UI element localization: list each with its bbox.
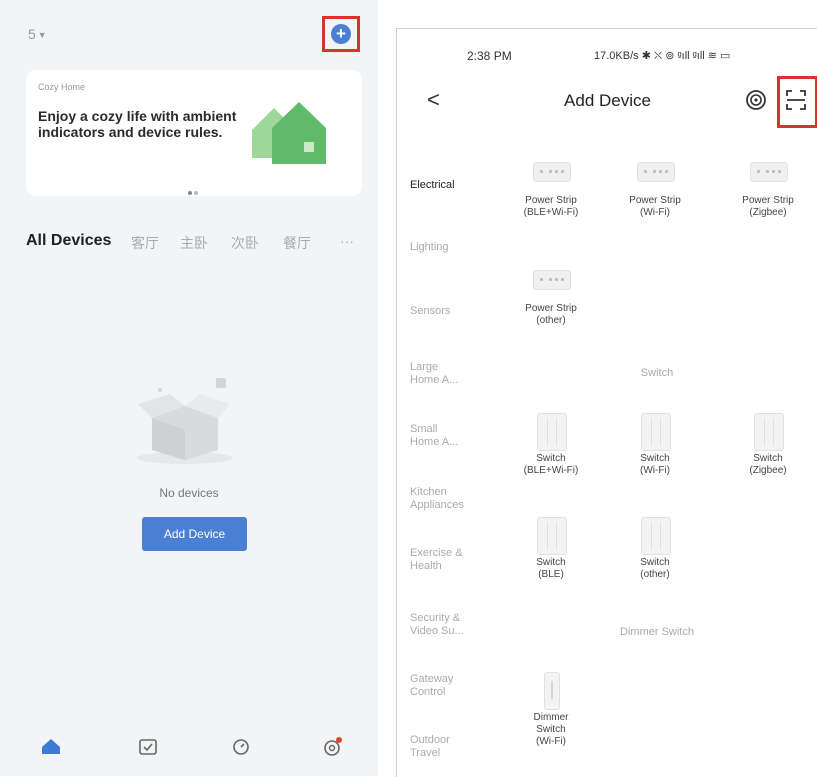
me-icon[interactable] bbox=[320, 734, 344, 758]
tab-all-devices[interactable]: All Devices bbox=[26, 232, 111, 250]
empty-state-text: No devices bbox=[159, 486, 219, 500]
add-device-plus-icon[interactable]: + bbox=[331, 24, 351, 44]
device-label: Switch (other) bbox=[640, 557, 670, 580]
device-power-strip-wifi[interactable]: Power Strip (Wi-Fi) bbox=[607, 155, 703, 219]
power-strip-icon bbox=[635, 155, 675, 189]
device-power-strip-ble-wifi[interactable]: Power Strip (BLE+Wi-Fi) bbox=[503, 155, 599, 219]
wall-switch-icon bbox=[748, 413, 788, 451]
device-label: Power Strip (Zigbee) bbox=[742, 195, 794, 218]
wall-switch-icon bbox=[635, 517, 675, 555]
device-switch-wifi[interactable]: Switch (Wi-Fi) bbox=[607, 413, 703, 477]
empty-box-icon bbox=[137, 378, 233, 464]
category-gateway-control[interactable]: Gateway Control bbox=[410, 673, 490, 699]
add-device-screen: 2:38 PM 17.0KB/s ✱ ⛌ ⊚ ᵍıll ᵍıll ≋ ▭ < A… bbox=[396, 28, 817, 777]
house-illustration-icon bbox=[252, 102, 326, 164]
tabs-more-icon[interactable]: ··· bbox=[340, 233, 354, 249]
device-label: Power Strip (other) bbox=[525, 303, 577, 326]
auto-scan-icon[interactable] bbox=[745, 89, 767, 111]
home-selector-label: 5 bbox=[28, 26, 36, 42]
device-label: Dimmer Switch (Wi-Fi) bbox=[533, 712, 569, 747]
qr-scan-icon[interactable] bbox=[785, 89, 807, 111]
category-exercise-health[interactable]: Exercise & Health bbox=[410, 547, 490, 573]
category-small-home-appliances[interactable]: Small Home A... bbox=[410, 423, 490, 449]
device-label: Switch (BLE+Wi-Fi) bbox=[523, 453, 579, 476]
category-kitchen-appliances[interactable]: Kitchen Appliances bbox=[410, 486, 490, 512]
home-screen: 5 ▼ + Cozy Home Enjoy a cozy life with am… bbox=[0, 0, 378, 776]
wall-switch-icon bbox=[531, 413, 571, 451]
chevron-down-icon: ▼ bbox=[37, 30, 47, 41]
device-switch-zigbee[interactable]: Switch (Zigbee) bbox=[720, 413, 816, 477]
tab-master-bedroom[interactable]: 主卧 bbox=[180, 233, 208, 253]
section-title-switch: Switch bbox=[640, 367, 674, 379]
scene-icon[interactable] bbox=[136, 734, 160, 758]
room-tabs: All Devices 客厅 主卧 次卧 餐厅 ··· bbox=[26, 232, 366, 257]
home-selector[interactable]: 5 ▼ bbox=[28, 26, 47, 42]
banner-headline: Enjoy a cozy life with ambient indicator… bbox=[38, 108, 237, 140]
power-strip-icon bbox=[531, 263, 571, 297]
banner-pager bbox=[187, 182, 199, 200]
category-lighting[interactable]: Lighting bbox=[410, 241, 490, 254]
device-power-strip-other[interactable]: Power Strip (other) bbox=[503, 263, 599, 327]
tab-living-room[interactable]: 客厅 bbox=[131, 233, 159, 253]
wall-switch-icon bbox=[531, 517, 571, 555]
wall-switch-icon bbox=[635, 413, 675, 451]
device-power-strip-zigbee[interactable]: Power Strip (Zigbee) bbox=[720, 155, 816, 219]
banner-kicker: Cozy Home bbox=[38, 82, 86, 92]
device-label: Power Strip (Wi-Fi) bbox=[629, 195, 681, 218]
device-label: Switch (Zigbee) bbox=[749, 453, 787, 476]
category-outdoor-travel[interactable]: Outdoor Travel bbox=[410, 734, 490, 760]
tab-second-bedroom[interactable]: 次卧 bbox=[231, 233, 259, 253]
add-device-button[interactable]: Add Device bbox=[142, 517, 247, 551]
category-large-home-appliances[interactable]: Large Home A... bbox=[410, 361, 490, 387]
device-switch-ble-wifi[interactable]: Switch (BLE+Wi-Fi) bbox=[503, 413, 599, 477]
tab-dining-room[interactable]: 餐厅 bbox=[283, 233, 311, 253]
home-icon[interactable] bbox=[39, 734, 63, 758]
device-label: Switch (BLE) bbox=[536, 557, 566, 580]
dimmer-switch-icon bbox=[531, 672, 571, 710]
smart-icon[interactable] bbox=[229, 734, 253, 758]
device-dimmer-switch-wifi[interactable]: Dimmer Switch (Wi-Fi) bbox=[503, 672, 599, 748]
bottom-nav bbox=[0, 728, 378, 776]
category-sensors[interactable]: Sensors bbox=[410, 305, 490, 318]
device-label: Power Strip (BLE+Wi-Fi) bbox=[523, 195, 579, 218]
device-switch-ble[interactable]: Switch (BLE) bbox=[503, 517, 599, 581]
device-label: Switch (Wi-Fi) bbox=[640, 453, 670, 476]
category-security-video[interactable]: Security & Video Su... bbox=[410, 612, 490, 638]
status-indicators: 17.0KB/s ✱ ⛌ ⊚ ᵍıll ᵍıll ≋ ▭ bbox=[594, 50, 731, 62]
category-electrical[interactable]: Electrical bbox=[410, 179, 490, 192]
status-time: 2:38 PM bbox=[467, 49, 512, 63]
device-switch-other[interactable]: Switch (other) bbox=[607, 517, 703, 581]
cozy-home-banner[interactable]: Cozy Home Enjoy a cozy life with ambient… bbox=[26, 70, 362, 196]
power-strip-icon bbox=[531, 155, 571, 189]
power-strip-icon bbox=[748, 155, 788, 189]
section-title-dimmer-switch: Dimmer Switch bbox=[620, 626, 694, 638]
